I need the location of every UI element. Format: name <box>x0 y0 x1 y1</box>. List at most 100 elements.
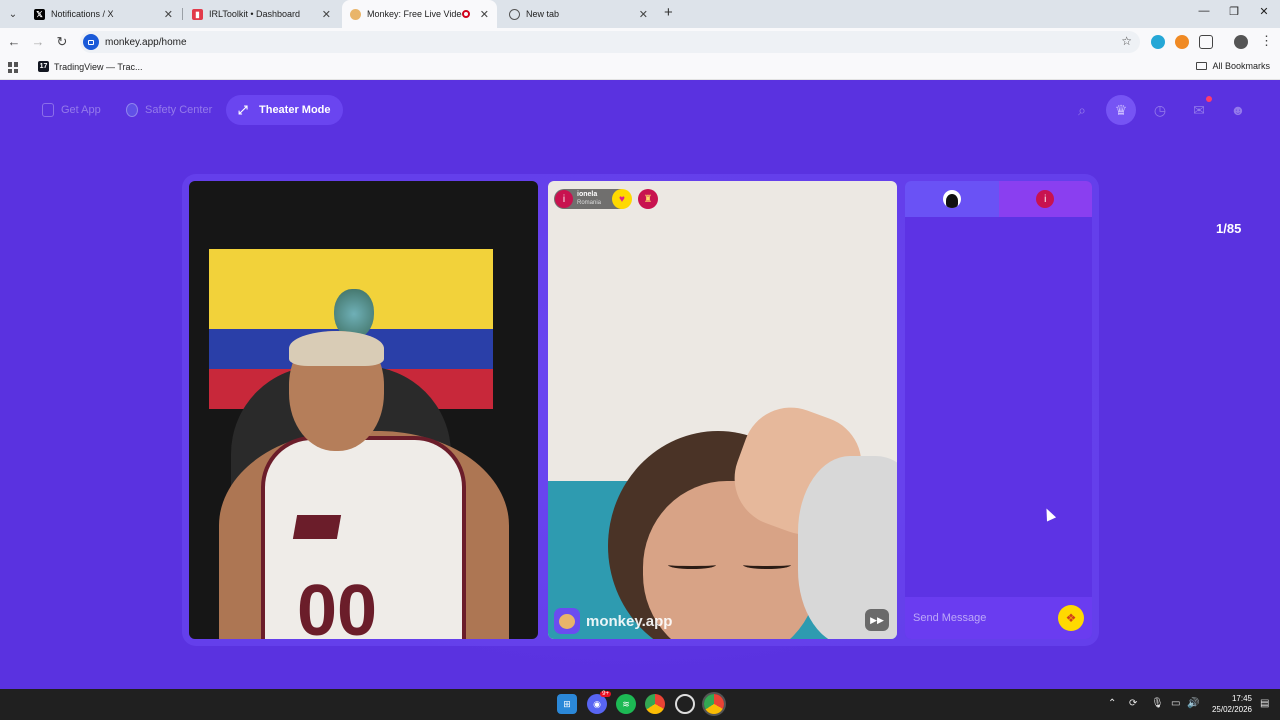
person-hair <box>289 331 384 366</box>
folder-icon <box>1196 62 1208 70</box>
watermark-text: monkey.app <box>586 612 673 630</box>
monkey-logo-icon <box>350 8 361 20</box>
restore-icon[interactable]: ❐ <box>1226 5 1242 18</box>
heart-icon[interactable]: ♥ <box>612 189 632 209</box>
peer-info-icon: i <box>1036 190 1055 208</box>
info-icon[interactable]: i <box>555 190 573 208</box>
back-arrow-icon[interactable]: ← <box>6 34 22 49</box>
reload-icon[interactable]: ↻ <box>54 34 70 50</box>
jersey: 00 <box>261 436 466 639</box>
chrome-active-icon[interactable] <box>704 694 724 714</box>
theater-mode-button[interactable]: ⤢ Theater Mode <box>226 95 343 125</box>
windows-taskbar: ⊞ ◉ 9+ ≋ ⌃ ⟳ 🎙 ▭ 🔊 17:45 25/02/2026 ▤ <box>0 689 1280 720</box>
notification-dot <box>1206 96 1212 102</box>
profile-avatar[interactable] <box>1234 35 1248 49</box>
tab-title: New tab <box>526 9 560 19</box>
tab-search-chevron-icon[interactable]: ⌄ <box>4 5 22 23</box>
tab-monkey[interactable]: Monkey: Free Live Video Ch ✕ <box>342 0 497 28</box>
site-camera-icon[interactable] <box>83 34 99 50</box>
bookmark-star-icon[interactable]: ☆ <box>1121 34 1132 48</box>
peer-video: i ionela Romania ♥ ♜ monkey.app ▶▶ <box>548 181 897 639</box>
tab-title: IRLToolkit • Dashboard <box>209 9 301 19</box>
peer-eye <box>668 561 716 569</box>
peer-eye <box>743 561 791 569</box>
extension-icon[interactable] <box>1175 35 1189 49</box>
volume-icon[interactable]: 🔊 <box>1187 698 1199 709</box>
peer-country: Romania <box>577 200 602 206</box>
tradingview-logo-icon: 17 <box>38 61 49 72</box>
x-logo-icon: 𝕏 <box>34 8 45 20</box>
address-bar[interactable]: monkey.app/home ☆ <box>80 31 1140 53</box>
notifications-icon[interactable]: ▤ <box>1260 698 1269 709</box>
window-close-icon[interactable]: ✕ <box>1256 5 1272 18</box>
all-bookmarks-label: All Bookmarks <box>1212 61 1270 71</box>
crown-icon[interactable]: ♛ <box>1106 95 1136 125</box>
safety-center-button[interactable]: Safety Center <box>114 95 224 125</box>
messages-icon[interactable]: ✉ <box>1184 95 1214 125</box>
safety-center-label: Safety Center <box>145 104 213 116</box>
close-icon[interactable]: ✕ <box>322 8 331 21</box>
clock-time: 17:45 <box>1231 694 1252 703</box>
chat-tab-peer[interactable]: i <box>998 181 1092 217</box>
chrome-icon[interactable] <box>645 694 665 714</box>
close-icon[interactable]: ✕ <box>639 8 648 21</box>
shield-icon <box>126 103 138 117</box>
chat-tab-self[interactable] <box>905 181 999 217</box>
sync-icon[interactable]: ⟳ <box>1129 698 1137 709</box>
jersey-logo <box>292 515 342 539</box>
extensions-puzzle-icon[interactable] <box>1199 35 1213 49</box>
close-icon[interactable]: ✕ <box>480 8 489 21</box>
tab-strip: ⌄ 𝕏 Notifications / X ✕ ▮ IRLToolkit • D… <box>0 0 1280 28</box>
chat-tabs: i <box>905 181 1092 217</box>
tab-title: Monkey: Free Live Video Ch <box>367 9 462 19</box>
monkey-watermark: monkey.app <box>554 608 672 634</box>
search-icon[interactable]: ⌕ <box>1067 95 1097 125</box>
tab-x-notifications[interactable]: 𝕏 Notifications / X ✕ <box>26 0 181 28</box>
windows-start-icon[interactable]: ⊞ <box>557 694 577 714</box>
chat-panel: i ❖ <box>905 181 1092 639</box>
discord-badge: 9+ <box>600 691 611 697</box>
all-bookmarks[interactable]: All Bookmarks <box>1196 61 1270 71</box>
theater-mode-label: Theater Mode <box>259 104 331 116</box>
discord-icon[interactable]: ◉ 9+ <box>587 691 611 714</box>
message-input[interactable] <box>913 612 1058 624</box>
clock-date: 25/02/2026 <box>1211 705 1252 714</box>
skip-next-icon[interactable]: ▶▶ <box>865 609 889 631</box>
irltoolkit-logo-icon: ▮ <box>192 8 203 20</box>
spotify-icon[interactable]: ≋ <box>616 694 636 714</box>
history-clock-icon[interactable]: ◷ <box>1145 95 1175 125</box>
recording-icon <box>461 10 470 18</box>
new-tab-plus-icon[interactable]: + <box>664 4 673 21</box>
system-clock[interactable]: 17:45 25/02/2026 <box>1206 693 1252 715</box>
match-counter: 1/85 <box>1216 221 1242 236</box>
globe-icon <box>509 8 520 20</box>
gift-icon[interactable]: ❖ <box>1058 605 1084 631</box>
url-text[interactable]: monkey.app/home <box>105 37 187 48</box>
extension-icon[interactable] <box>1151 35 1165 49</box>
bookmark-label: TradingView — Trac... <box>54 61 143 72</box>
peer-name: ionela <box>577 191 598 198</box>
tab-irltoolkit[interactable]: ▮ IRLToolkit • Dashboard ✕ <box>184 0 339 28</box>
minimize-icon[interactable]: — <box>1196 5 1212 17</box>
tab-new-tab[interactable]: New tab ✕ <box>501 0 656 28</box>
browser-toolbar: ← → ↻ monkey.app/home ☆ ⋮ <box>0 28 1280 56</box>
close-icon[interactable]: ✕ <box>164 8 173 21</box>
microphone-icon[interactable]: 🎙 <box>1151 698 1164 709</box>
tray-chevron-icon[interactable]: ⌃ <box>1108 698 1116 709</box>
profile-monkey-icon[interactable]: ☻ <box>1223 95 1253 125</box>
apps-grid-icon[interactable] <box>8 62 19 73</box>
get-app-button[interactable]: Get App <box>30 95 113 125</box>
browser-menu-icon[interactable]: ⋮ <box>1260 33 1273 49</box>
chat-messages <box>905 217 1092 595</box>
bookmark-tradingview[interactable]: 17 TradingView — Trac... <box>38 61 143 72</box>
expand-icon: ⤢ <box>238 102 248 117</box>
bookmarks-bar: 17 TradingView — Trac... All Bookmarks <box>0 56 1280 80</box>
peer-user-badge[interactable]: i ionela Romania ♥ <box>554 189 632 209</box>
forward-arrow-icon[interactable]: → <box>30 34 46 49</box>
monkey-logo-icon <box>554 608 580 634</box>
network-icon[interactable]: ▭ <box>1171 698 1180 709</box>
self-avatar <box>942 190 961 208</box>
trophy-icon[interactable]: ♜ <box>638 189 658 209</box>
obs-icon[interactable] <box>675 694 695 714</box>
tab-title: Notifications / X <box>51 9 114 19</box>
